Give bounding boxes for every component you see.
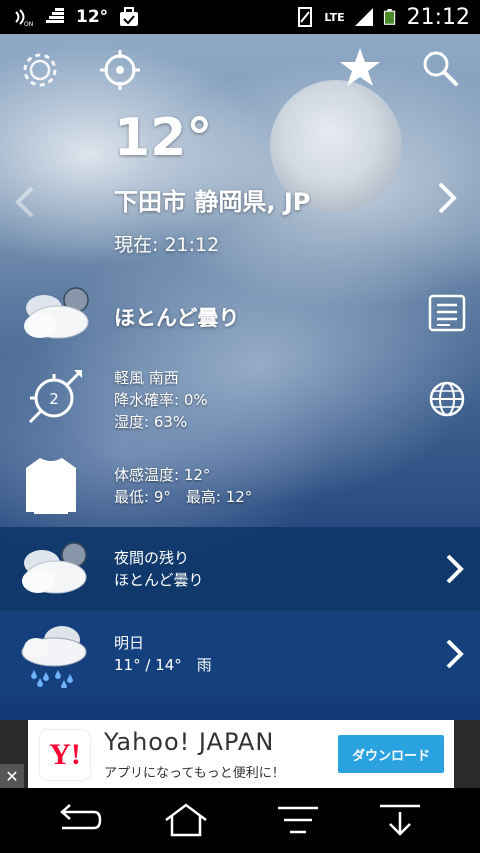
humidity-label: 湿度: 63% [114,413,188,431]
forecast-tomorrow-row[interactable]: 明日 11° / 14° 雨 [0,612,480,696]
cloudy-night-icon [22,542,87,594]
wind-compass-icon: 2 [28,370,82,424]
current-time-label: 現在: 21:12 [114,234,220,256]
ad-title: Yahoo! JAPAN [104,728,275,756]
forecast-title: 明日 [114,634,145,652]
globe-icon[interactable] [428,380,466,418]
signal-bars-icon [46,8,64,23]
notification-pulldown-icon[interactable] [376,802,424,838]
previous-location-arrow[interactable] [12,184,36,220]
gear-icon[interactable] [20,50,60,90]
crosshair-icon[interactable] [98,48,142,92]
wind-details: 軽風 南西 降水確率: 0% 湿度: 63% [114,367,208,433]
rain-cloud-icon [21,626,87,688]
back-icon[interactable] [54,802,102,838]
forecast-title: 夜間の残り [114,549,190,567]
search-icon[interactable] [420,48,460,88]
feels-like-label: 体感温度: 12° [114,466,211,484]
forecast-detail: ほとんど曇り [114,571,204,589]
weather-app: 12° 下田市 静岡県, JP 現在: 21:12 ほとんど曇り 2 軽風 南西… [0,34,480,720]
next-location-arrow[interactable] [436,180,460,216]
chevron-right-icon[interactable] [444,638,466,670]
nfc-icon: ON [15,9,33,28]
forecast-detail: 11° / 14° 雨 [114,656,212,674]
status-temperature: 12° [76,7,109,27]
navigation-bar [0,788,480,853]
feels-like-details: 体感温度: 12° 最低: 9° 最高: 12° [114,464,252,508]
current-temperature: 12° [114,108,213,168]
battery-icon [383,9,395,25]
min-max-label: 最低: 9° 最高: 12° [114,488,253,506]
download-button[interactable]: ダウンロード [338,735,444,773]
ad-content[interactable]: Y! Yahoo! JAPAN アプリになってもっと便利に！ ダウンロード [28,720,454,788]
chevron-right-icon[interactable] [444,553,466,585]
yahoo-logo: Y! [40,730,90,780]
wind-label: 軽風 南西 [114,369,179,387]
ad-banner[interactable]: Y! Yahoo! JAPAN アプリになってもっと便利に！ ダウンロード ✕ [0,720,480,788]
document-icon[interactable] [428,294,466,332]
svg-text:ON: ON [24,21,33,28]
briefcase-check-icon [120,7,139,26]
network-type-label: LTE [324,10,345,24]
vibrate-icon [298,7,313,27]
wind-speed-value: 2 [49,390,59,408]
precipitation-label: 降水確率: 0% [114,391,208,409]
status-time: 21:12 [406,4,470,30]
home-icon[interactable] [162,802,210,838]
location-name[interactable]: 下田市 静岡県, JP [114,182,310,217]
ad-close-button[interactable]: ✕ [0,764,24,788]
weather-condition: ほとんど曇り [114,306,240,330]
cell-signal-icon [354,8,373,26]
cloudy-night-icon [24,287,89,339]
status-bar: ON 12° LTE 21:12 [0,0,480,34]
forecast-tonight-row[interactable]: 夜間の残り ほとんど曇り [0,527,480,611]
star-icon[interactable] [338,46,382,90]
menu-icon[interactable] [274,802,322,838]
sweater-icon [26,458,76,514]
ad-subtitle: アプリになってもっと便利に！ [104,766,285,781]
